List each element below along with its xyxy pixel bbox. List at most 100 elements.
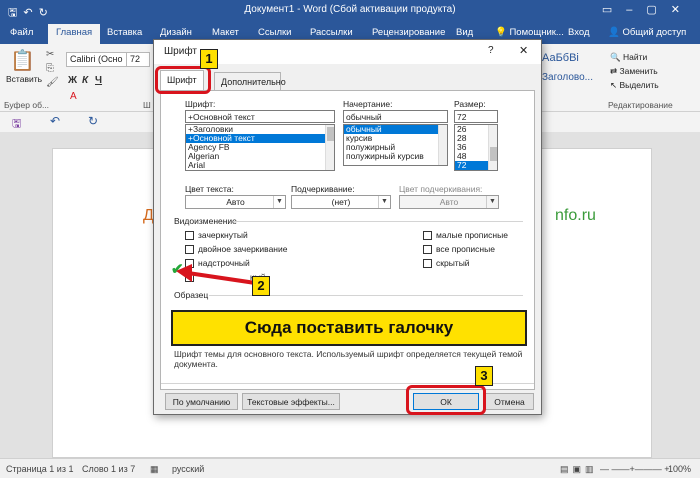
window-title: Документ1 - Word (Сбой активации продукт… [244,4,456,15]
small-caps-checkbox[interactable]: малые прописные [423,230,508,240]
tab-home[interactable]: Главная [48,24,101,44]
italic-button[interactable]: К [82,75,88,86]
instruction-banner: Сюда поставить галочку [171,310,527,346]
tab-design[interactable]: Дизайн [160,27,192,38]
close-icon[interactable]: ✕ [519,44,528,57]
list-item[interactable]: полужирный курсив [344,152,447,161]
tab-layout[interactable]: Макет [212,27,239,38]
share-label: Общий доступ [622,27,687,38]
tab-references[interactable]: Ссылки [258,27,291,38]
style-sample-2[interactable]: Заголово... [542,72,593,83]
clipboard-group-label: Буфер об... [4,100,50,110]
font-color-select[interactable]: Авто ▼ [185,195,286,209]
all-caps-label: все прописные [436,244,495,254]
chevron-down-icon: ▼ [273,196,285,208]
list-item[interactable]: Algerian [186,152,334,161]
status-proofing-icon[interactable]: ▦ [150,464,159,475]
edit-group-label: Редактирование [608,100,673,110]
font-input[interactable]: +Основной текст [185,110,335,123]
style-sample-1[interactable]: АаБбВі [542,52,579,64]
font-size-box[interactable]: 72 [126,52,150,67]
dialog-title: Шрифт [164,46,197,57]
underline-value: (нет) [331,197,351,207]
text-effects-button[interactable]: Текстовые эффекты... [242,393,340,410]
chevron-down-icon: ▼ [486,196,498,208]
font-label: Шрифт: [185,99,216,109]
cut-copy-format-icons[interactable]: ✂ ⎘ 🖌 [46,48,59,90]
hidden-checkbox[interactable]: скрытый [423,258,470,268]
effects-label: Видоизменение [174,216,237,226]
style-label: Начертание: [343,99,393,109]
all-caps-checkbox[interactable]: все прописные [423,244,495,254]
paste-label[interactable]: Вставить [6,74,42,84]
sign-in-link[interactable]: Вход [568,27,590,38]
select-button[interactable]: ↖ Выделить [610,80,659,91]
undo-icon[interactable]: ↶ [50,114,60,128]
bold-button[interactable]: Ж [68,75,77,86]
size-list-scrollbar[interactable] [488,125,497,170]
tell-me-box[interactable]: 💡 Помощник... [495,27,564,38]
search-icon: 🔍 [610,52,623,62]
underline-color-select: Авто ▼ [399,195,499,209]
cancel-button[interactable]: Отмена [485,393,534,410]
tab-mailings[interactable]: Рассылки [310,27,353,38]
style-input[interactable]: обычный [343,110,448,123]
small-caps-label: малые прописные [436,230,508,240]
replace-label: Заменить [619,66,658,76]
hidden-label: скрытый [436,258,470,268]
tell-me-text: Помощник... [509,27,564,38]
status-bar: Страница 1 из 1 Слово 1 из 7 ▦ русский ▤… [0,458,700,478]
zoom-slider[interactable]: — ——+——— + [600,464,670,474]
tab-file[interactable]: Файл [10,27,33,38]
effects-separator [233,221,523,222]
underline-select[interactable]: (нет) ▼ [291,195,391,209]
strikethrough-label: зачеркнутый [198,230,248,240]
view-mode-icons[interactable]: ▤▣▥ [560,464,598,475]
step-badge-3: 3 [475,366,493,386]
strikethrough-checkbox[interactable]: зачеркнутый [185,230,248,240]
step-badge-1: 1 [200,49,218,69]
tab-review[interactable]: Рецензирование [372,27,445,38]
chevron-down-icon: ▼ [378,196,390,208]
underline-color-value: Авто [439,197,459,207]
help-icon[interactable]: ? [488,45,494,56]
size-input[interactable]: 72 [454,110,498,123]
window-controls[interactable]: ▭–▢✕ [602,3,694,16]
font-color-button[interactable]: A [70,91,77,102]
step-badge-2: 2 [252,276,270,296]
paste-icon[interactable]: 📋 [10,48,35,73]
highlight-ok-button [406,385,486,415]
find-label: Найти [622,52,648,62]
underline-color-label: Цвет подчеркивания: [399,184,483,194]
font-color-label: Цвет текста: [185,184,234,194]
select-label: Выделить [619,80,659,90]
set-default-button[interactable]: По умолчанию [165,393,238,410]
document-text-right[interactable]: nfo.ru [555,207,596,225]
size-list[interactable]: 26 28 36 48 72 [454,124,498,171]
font-group-label: Ш [143,100,151,110]
status-page[interactable]: Страница 1 из 1 [6,464,73,474]
font-list-scrollbar[interactable] [325,125,334,170]
double-strikethrough-checkbox[interactable]: двойное зачеркивание [185,244,287,254]
style-list-scrollbar[interactable] [438,125,447,165]
description-line-1: Шрифт темы для основного текста. Использ… [174,349,523,359]
tab-view[interactable]: Вид [456,27,473,38]
font-list[interactable]: +Заголовки +Основной текст Agency FB Alg… [185,124,335,171]
underline-label: Подчеркивание: [291,184,355,194]
find-button[interactable]: 🔍 Найти [610,52,647,63]
tab-advanced[interactable]: Дополнительно [214,72,286,91]
redo-icon[interactable]: ↻ [88,114,98,128]
status-words[interactable]: Слово 1 из 7 [82,464,135,474]
title-bar: 🖫↶↻ Документ1 - Word (Сбой активации про… [0,0,700,22]
underline-button[interactable]: Ч [95,75,102,86]
share-button[interactable]: 👤 Общий доступ [608,27,686,38]
status-language[interactable]: русский [172,464,204,474]
replace-button[interactable]: ⇄ Заменить [610,66,658,77]
tab-insert[interactable]: Вставка [107,27,142,38]
font-color-value: Авто [226,197,245,207]
size-label: Размер: [454,99,486,109]
list-item[interactable]: Arial [186,161,334,170]
double-strikethrough-label: двойное зачеркивание [198,244,288,254]
style-list[interactable]: обычный курсив полужирный полужирный кур… [343,124,448,166]
zoom-level[interactable]: 100% [668,464,691,474]
